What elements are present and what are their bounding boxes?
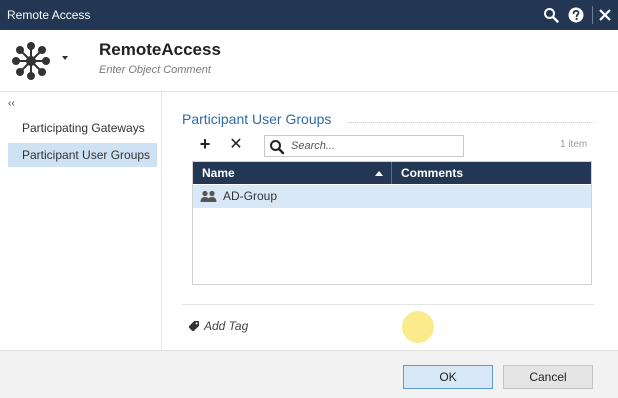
user-groups-table: Name Comments AD-Group bbox=[192, 161, 592, 285]
row-name-cell: AD-Group bbox=[223, 189, 278, 203]
user-group-icon bbox=[200, 190, 218, 204]
remove-button[interactable]: ✕ bbox=[228, 136, 244, 154]
item-count: 1 item bbox=[560, 139, 588, 150]
object-header: RemoteAccess Enter Object Comment bbox=[0, 30, 618, 92]
window-title: Remote Access bbox=[7, 8, 91, 22]
ok-button[interactable]: OK bbox=[403, 365, 493, 389]
title-bar: Remote Access bbox=[0, 0, 618, 30]
close-icon[interactable] bbox=[595, 4, 615, 26]
table-row[interactable]: AD-Group bbox=[193, 185, 591, 208]
tag-icon bbox=[188, 320, 200, 332]
add-button[interactable]: + bbox=[196, 135, 214, 153]
object-comment-field[interactable]: Enter Object Comment bbox=[99, 64, 211, 76]
help-icon[interactable] bbox=[566, 4, 586, 26]
mesh-network-icon[interactable] bbox=[10, 40, 52, 82]
sidebar: ‹‹ Participating Gateways Participant Us… bbox=[0, 92, 162, 350]
main-panel: Participant User Groups + ✕ 1 item Name … bbox=[162, 92, 618, 350]
section-divider bbox=[348, 122, 594, 123]
object-menu-dropdown[interactable] bbox=[62, 56, 68, 60]
column-header-name[interactable]: Name bbox=[193, 162, 392, 184]
search-icon bbox=[269, 139, 285, 155]
cancel-button[interactable]: Cancel bbox=[503, 365, 593, 389]
column-header-comments[interactable]: Comments bbox=[393, 162, 583, 184]
dialog-footer: OK Cancel bbox=[0, 350, 618, 398]
section-title: Participant User Groups bbox=[182, 111, 332, 127]
title-separator bbox=[592, 6, 593, 24]
object-name[interactable]: RemoteAccess bbox=[99, 40, 221, 60]
sidebar-item-participating-gateways[interactable]: Participating Gateways bbox=[8, 116, 157, 140]
table-header: Name Comments bbox=[193, 162, 591, 184]
tags-divider bbox=[182, 304, 594, 305]
cursor-highlight bbox=[402, 311, 434, 343]
sort-ascending-icon bbox=[375, 171, 383, 176]
search-icon[interactable] bbox=[541, 4, 561, 26]
add-tag-label: Add Tag bbox=[204, 319, 249, 333]
column-header-name-label: Name bbox=[202, 166, 235, 180]
search-input[interactable] bbox=[291, 138, 459, 154]
search-box bbox=[264, 135, 464, 157]
sidebar-item-participant-user-groups[interactable]: Participant User Groups bbox=[8, 143, 157, 167]
collapse-sidebar-button[interactable]: ‹‹ bbox=[8, 98, 15, 109]
